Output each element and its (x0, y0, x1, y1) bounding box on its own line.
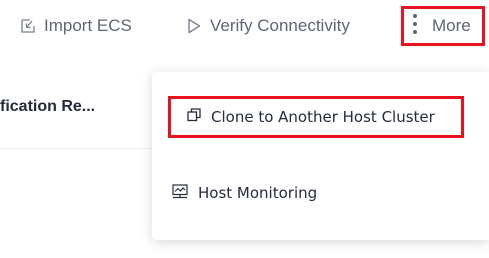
header-divider (0, 148, 160, 149)
clone-to-another-host-cluster-item[interactable]: Clone to Another Host Cluster (168, 96, 464, 138)
monitor-icon (172, 183, 188, 203)
play-outline-icon (187, 18, 201, 34)
import-ecs-label: Import ECS (44, 16, 132, 35)
import-ecs-button[interactable]: Import ECS (20, 14, 132, 38)
host-monitoring-item[interactable]: Host Monitoring (172, 173, 317, 213)
column-header: fication Re... (0, 98, 96, 115)
vertical-dots-icon (412, 13, 418, 40)
more-dropdown-menu: Clone to Another Host Cluster Host Monit… (152, 72, 489, 240)
import-icon (20, 18, 36, 34)
clone-label: Clone to Another Host Cluster (211, 108, 435, 126)
more-button[interactable]: More (401, 6, 485, 46)
more-label: More (432, 16, 471, 35)
host-monitoring-label: Host Monitoring (198, 184, 318, 202)
stage: Import ECS Verify Connectivity More fica… (0, 0, 489, 258)
clone-icon (187, 108, 201, 126)
verify-connectivity-button[interactable]: Verify Connectivity (187, 14, 350, 38)
verify-connectivity-label: Verify Connectivity (210, 16, 350, 35)
